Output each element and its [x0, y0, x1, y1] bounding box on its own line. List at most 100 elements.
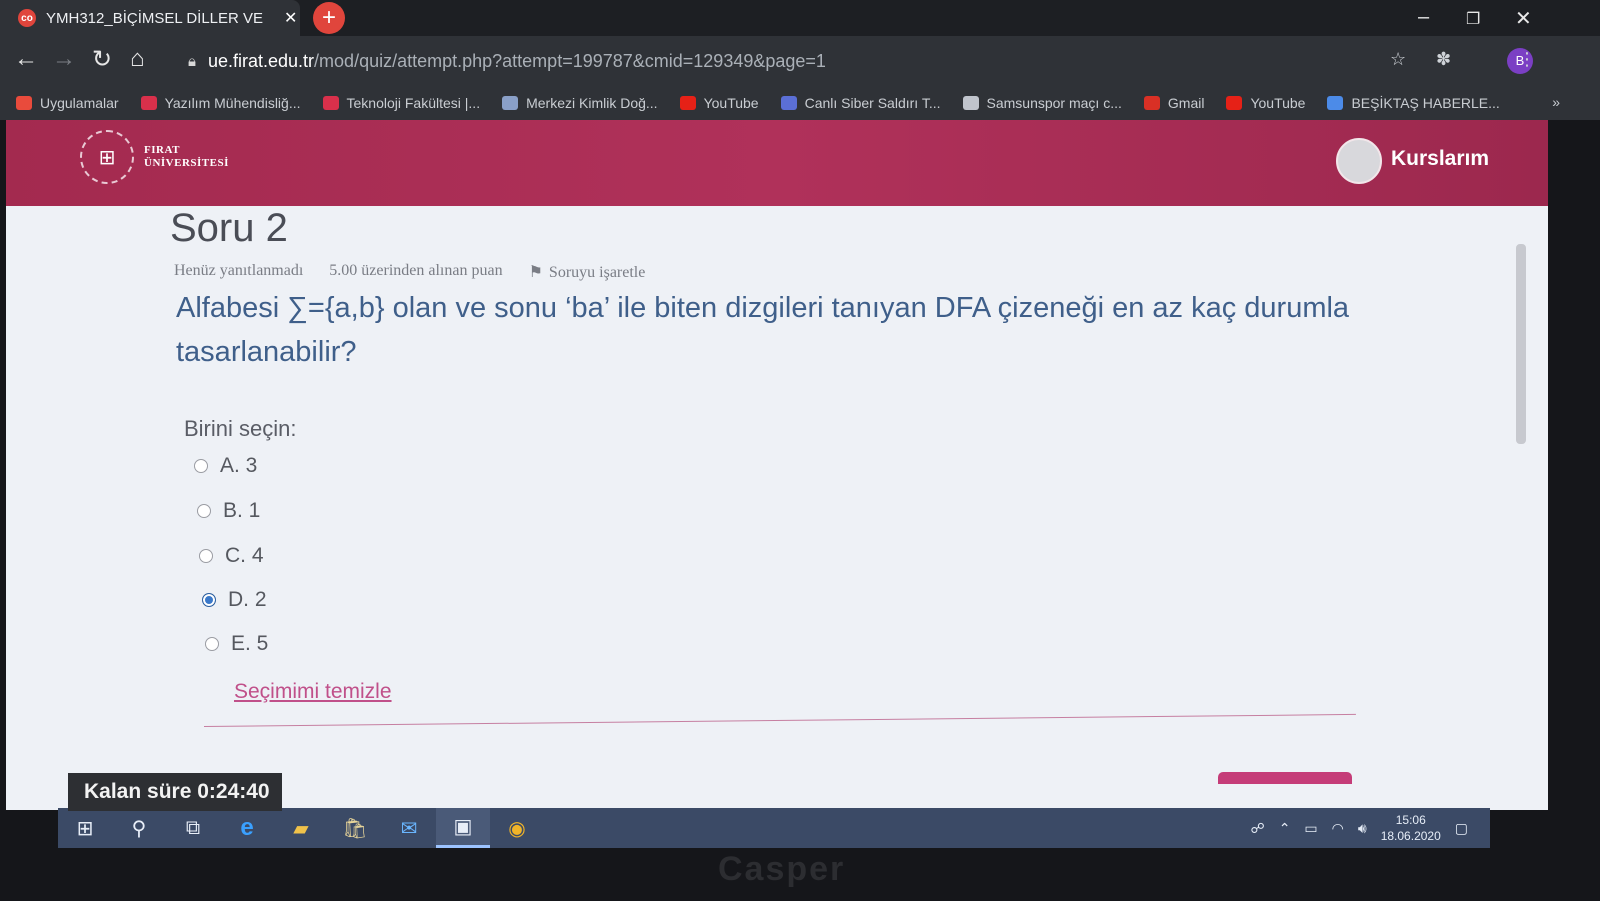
bookmark-label: Gmail — [1167, 95, 1205, 111]
start-windows-icon[interactable]: ⊞ — [58, 808, 112, 848]
close-window-icon[interactable]: ✕ — [1515, 6, 1532, 31]
answer-option-label: A. 3 — [220, 454, 258, 477]
browser-toolbar: ← → ↻ ⌂ 🔒︎ ue.firat.edu.tr /mod/quiz/att… — [0, 36, 1600, 86]
bookmark-favicon-icon — [16, 96, 32, 110]
extension-icon[interactable]: ✽ — [1436, 49, 1451, 70]
address-bar[interactable]: 🔒︎ ue.firat.edu.tr /mod/quiz/attempt.php… — [178, 42, 1568, 80]
answer-radio[interactable] — [199, 549, 213, 563]
bookmark-item[interactable]: Samsunspor maçı c... — [962, 95, 1122, 111]
wifi-icon[interactable]: ◠ — [1332, 820, 1344, 837]
my-courses-link[interactable]: Kurslarım — [1391, 147, 1489, 171]
bookmark-item[interactable]: BEŞİKTAŞ HABERLE... — [1327, 95, 1500, 111]
reload-icon[interactable]: ↻ — [92, 45, 112, 74]
mail-icon[interactable]: ✉ — [382, 808, 436, 848]
bookmark-favicon-icon — [1327, 96, 1344, 110]
answer-radio[interactable] — [197, 504, 211, 518]
divider — [203, 713, 1356, 727]
edge-browser-icon[interactable]: e — [220, 808, 274, 848]
bookmark-item[interactable]: Yazılım Mühendisliğ... — [140, 95, 301, 111]
flag-question-label: Soruyu işaretle — [548, 264, 646, 281]
bookmark-label: Uygulamalar — [40, 95, 119, 111]
system-tray: ☍ ⌃ ▭ ◠ 🔊︎ 15:06 18.06.2020 ▢ — [1251, 808, 1469, 848]
university-logo-text[interactable]: FIRAT ÜNİVERSİTESİ — [144, 144, 229, 170]
quiz-timer: Kalan süre 0:24:40 — [68, 773, 282, 811]
clock-date: 18.06.2020 — [1380, 829, 1441, 843]
tab-favicon-icon: co — [18, 9, 36, 27]
question-text: Alfabesi ∑={a,b} olan ve sonu ‘ba’ ile b… — [176, 292, 1350, 368]
answer-option[interactable]: B. 1 — [197, 499, 260, 523]
bookmark-favicon-icon — [140, 96, 157, 110]
answer-option[interactable]: C. 4 — [199, 544, 264, 568]
next-page-button[interactable] — [1218, 772, 1352, 784]
new-tab-button[interactable]: + — [313, 2, 345, 34]
flag-question-link[interactable]: ⚑ Soruyu işaretle — [529, 262, 646, 282]
forward-icon[interactable]: → — [52, 45, 76, 73]
answer-radio[interactable] — [205, 637, 219, 651]
bookmark-label: BEŞİKTAŞ HABERLE... — [1351, 95, 1500, 111]
bookmark-label: YouTube — [1250, 95, 1306, 111]
star-icon[interactable]: ☆ — [1390, 49, 1406, 70]
scrollbar-thumb[interactable] — [1516, 244, 1526, 444]
search-icon[interactable]: ⚲ — [112, 808, 166, 848]
question-info: Henüz yanıtlanmadı 5.00 üzerinden alınan… — [174, 262, 645, 282]
system-clock[interactable]: 15:06 18.06.2020 — [1381, 812, 1441, 844]
bookmarks-overflow-icon[interactable]: » — [1552, 94, 1560, 110]
bookmark-item[interactable]: YouTube — [1226, 95, 1305, 111]
clear-choice-link[interactable]: Seçimimi temizle — [234, 680, 392, 704]
bookmark-item[interactable]: Gmail — [1143, 95, 1205, 111]
restore-icon[interactable]: ❐ — [1466, 9, 1480, 29]
answer-option-label: B. 1 — [223, 499, 261, 522]
logo-line-2: ÜNİVERSİTESİ — [144, 157, 229, 169]
answer-radio[interactable] — [194, 459, 208, 473]
answer-option[interactable]: A. 3 — [194, 454, 257, 478]
bookmark-favicon-icon — [679, 96, 696, 110]
bookmark-favicon-icon — [962, 96, 979, 110]
bookmark-favicon-icon — [502, 96, 519, 110]
bookmark-item[interactable]: Teknoloji Fakültesi |... — [322, 95, 481, 111]
battery-icon[interactable]: ▭ — [1304, 820, 1317, 837]
bookmark-item[interactable]: Canlı Siber Saldırı T... — [780, 95, 941, 111]
taskbar: ⊞ ⚲ ⧉ e ▰ 🛍︎ ✉ ▣ ◉ ☍ ⌃ ▭ ◠ 🔊︎ 15:06 18.0… — [58, 808, 1490, 848]
answer-option[interactable]: E. 5 — [205, 632, 268, 656]
web-page: ⊞ FIRAT ÜNİVERSİTESİ Kurslarım Soru 2 He… — [6, 120, 1548, 810]
answer-option[interactable]: D. 2 — [202, 588, 267, 612]
university-seal-icon[interactable]: ⊞ — [80, 130, 134, 184]
tab-title: YMH312_BİÇİMSEL DİLLER VE O — [46, 9, 266, 27]
answer-option-label: D. 2 — [228, 588, 267, 611]
answer-radio[interactable] — [202, 593, 216, 607]
menu-dots-icon[interactable]: ⋮ — [1518, 49, 1536, 70]
minimize-icon[interactable]: – — [1418, 6, 1429, 29]
bookmark-favicon-icon — [1226, 96, 1243, 110]
tab-strip: co YMH312_BİÇİMSEL DİLLER VE O ✕ + – ❐ ✕ — [0, 0, 1600, 36]
bookmark-item[interactable]: Uygulamalar — [16, 95, 119, 111]
url-path: /mod/quiz/attempt.php?attempt=199787&cmi… — [314, 50, 826, 71]
task-view-icon[interactable]: ⧉ — [166, 808, 220, 848]
home-icon[interactable]: ⌂ — [130, 45, 145, 73]
bookmark-label: Teknoloji Fakültesi |... — [346, 95, 481, 111]
user-avatar[interactable] — [1336, 138, 1382, 184]
answer-option-label: C. 4 — [225, 544, 264, 567]
browser-tab[interactable]: co YMH312_BİÇİMSEL DİLLER VE O ✕ — [0, 0, 300, 36]
tray-chevron-icon[interactable]: ⌃ — [1279, 820, 1291, 837]
logo-line-1: FIRAT — [144, 144, 180, 156]
clock-time: 15:06 — [1395, 813, 1426, 827]
url-host: ue.firat.edu.tr — [207, 50, 315, 71]
bookmark-item[interactable]: Merkezi Kimlik Doğ... — [502, 95, 658, 111]
tab-close-icon[interactable]: ✕ — [284, 8, 297, 28]
bookmark-favicon-icon — [322, 96, 339, 110]
volume-icon[interactable]: 🔊︎ — [1358, 820, 1367, 837]
bookmark-favicon-icon — [780, 96, 797, 110]
remote-desktop-icon[interactable]: ▣ — [436, 808, 490, 848]
question-title: Soru 2 — [170, 206, 288, 250]
bookmark-label: YouTube — [703, 95, 759, 111]
bookmark-item[interactable]: YouTube — [679, 95, 759, 111]
chrome-icon[interactable]: ◉ — [490, 808, 544, 848]
file-explorer-icon[interactable]: ▰ — [274, 808, 328, 848]
bookmark-label: Samsunspor maçı c... — [986, 95, 1122, 111]
question-status: Henüz yanıtlanmadı — [174, 262, 304, 279]
notification-icon[interactable]: ▢ — [1455, 820, 1468, 837]
back-icon[interactable]: ← — [14, 45, 38, 73]
store-icon[interactable]: 🛍︎ — [328, 808, 382, 848]
bookmark-label: Yazılım Mühendisliğ... — [164, 95, 301, 111]
people-icon[interactable]: ☍ — [1251, 820, 1265, 837]
